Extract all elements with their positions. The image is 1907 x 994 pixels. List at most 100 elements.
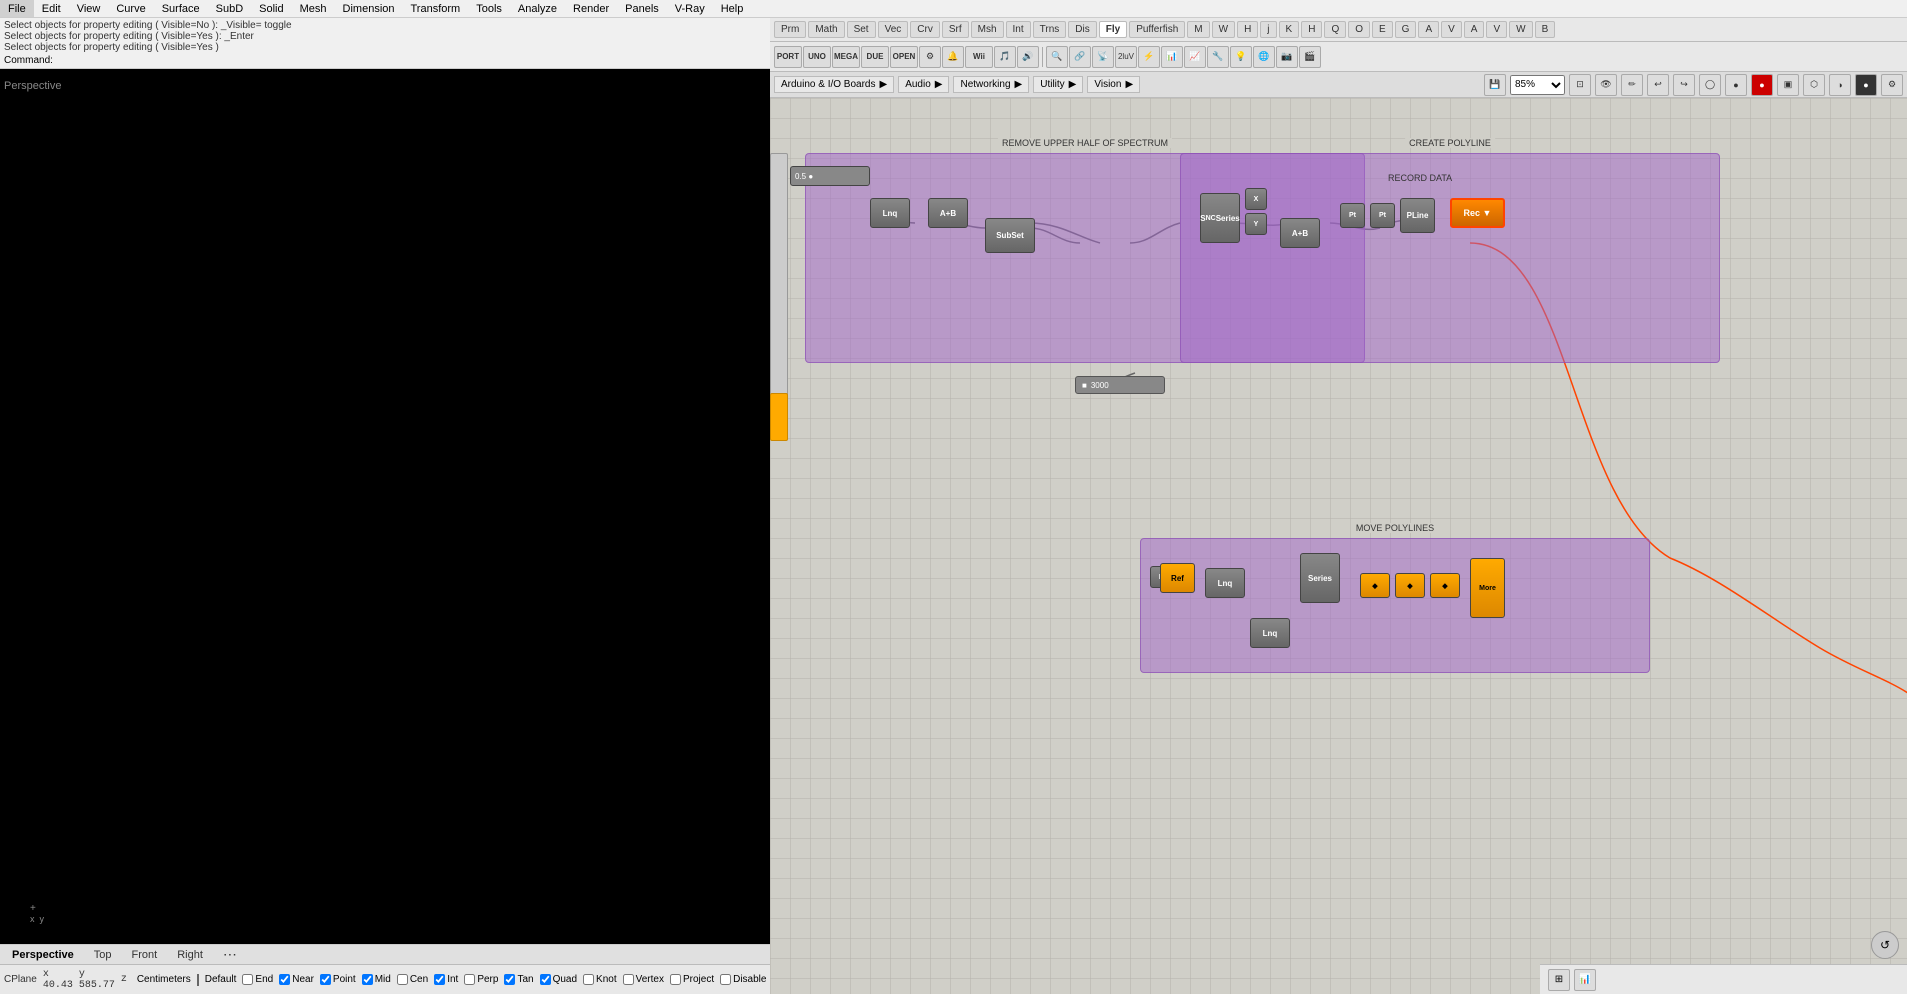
- tb-utility7[interactable]: 📷: [1276, 46, 1298, 68]
- tb-mega-btn[interactable]: MEGA: [832, 46, 860, 68]
- snap-point[interactable]: Point: [320, 974, 356, 985]
- tb-utility8[interactable]: 🎬: [1299, 46, 1321, 68]
- expand-utility[interactable]: ▶: [1069, 79, 1077, 90]
- tb-wii-btn[interactable]: Wii: [965, 46, 993, 68]
- menu-panels[interactable]: Panels: [617, 0, 667, 17]
- tab-top[interactable]: Top: [86, 947, 120, 963]
- cmd-prompt[interactable]: Command:: [4, 55, 766, 66]
- tab-a[interactable]: A: [1418, 21, 1439, 38]
- left-panel-node[interactable]: [770, 153, 788, 433]
- tab-a2[interactable]: A: [1464, 21, 1485, 38]
- node-orange-1[interactable]: ◆: [1360, 573, 1390, 598]
- chart-view-btn[interactable]: 📊: [1574, 969, 1596, 991]
- snap-int[interactable]: Int: [434, 974, 458, 985]
- tab-fly[interactable]: Fly: [1099, 21, 1127, 38]
- mesh-icon[interactable]: ⬡: [1803, 74, 1825, 96]
- node-series-1[interactable]: SNC Series: [1200, 193, 1240, 243]
- node-lng[interactable]: Lnq: [870, 198, 910, 228]
- node-pline[interactable]: PLine: [1400, 198, 1435, 233]
- menu-tools[interactable]: Tools: [468, 0, 510, 17]
- grid-view-btn[interactable]: ⊞: [1548, 969, 1570, 991]
- panel-arduino[interactable]: Arduino & I/O Boards ▶: [774, 76, 894, 93]
- tb-icon2[interactable]: 🔔: [942, 46, 964, 68]
- tab-vec[interactable]: Vec: [878, 21, 909, 38]
- tab-pufferfish[interactable]: Pufferfish: [1129, 21, 1185, 38]
- eye-icon[interactable]: 👁: [1595, 74, 1617, 96]
- tab-int[interactable]: Int: [1006, 21, 1031, 38]
- node-ref[interactable]: Ref: [1160, 563, 1195, 593]
- tb-utility6[interactable]: 🌐: [1253, 46, 1275, 68]
- value-3000[interactable]: ■ 3000: [1075, 376, 1165, 394]
- snap-quad[interactable]: Quad: [540, 974, 577, 985]
- node-orange-2[interactable]: ◆: [1395, 573, 1425, 598]
- tb-link-icon[interactable]: 🔗: [1069, 46, 1091, 68]
- snap-vertex[interactable]: Vertex: [623, 974, 664, 985]
- snap-mid[interactable]: Mid: [362, 974, 391, 985]
- panel-audio[interactable]: Audio ▶: [898, 76, 949, 93]
- undo-icon[interactable]: ↩: [1647, 74, 1669, 96]
- node-series-lower[interactable]: Series: [1300, 553, 1340, 603]
- menu-render[interactable]: Render: [565, 0, 617, 17]
- cube-icon[interactable]: ▣: [1777, 74, 1799, 96]
- tab-right[interactable]: Right: [169, 947, 211, 963]
- tab-e[interactable]: E: [1372, 21, 1393, 38]
- 3d-viewport[interactable]: + x y: [0, 80, 770, 944]
- tb-net-icon[interactable]: 📡: [1092, 46, 1114, 68]
- tab-k[interactable]: K: [1279, 21, 1300, 38]
- save-icon[interactable]: 💾: [1484, 74, 1506, 96]
- fit-icon[interactable]: ⊡: [1569, 74, 1591, 96]
- sphere-icon[interactable]: ●: [1725, 74, 1747, 96]
- tb-uno-btn[interactable]: UNO: [803, 46, 831, 68]
- tab-w2[interactable]: W: [1509, 21, 1532, 38]
- tb-open-btn[interactable]: OPEN: [890, 46, 918, 68]
- menu-subd[interactable]: SubD: [208, 0, 252, 17]
- tb-icon1[interactable]: ⚙: [919, 46, 941, 68]
- tab-o[interactable]: O: [1348, 21, 1370, 38]
- tb-due-btn[interactable]: DUE: [861, 46, 889, 68]
- tab-m[interactable]: M: [1187, 21, 1209, 38]
- tab-v2[interactable]: V: [1486, 21, 1507, 38]
- tb-search-icon[interactable]: 🔍: [1046, 46, 1068, 68]
- panel-vision[interactable]: Vision ▶: [1087, 76, 1140, 93]
- menu-mesh[interactable]: Mesh: [292, 0, 335, 17]
- menu-surface[interactable]: Surface: [154, 0, 208, 17]
- expand-networking[interactable]: ▶: [1015, 79, 1023, 90]
- tab-h2[interactable]: H: [1301, 21, 1322, 38]
- node-pt[interactable]: Pt: [1340, 203, 1365, 228]
- tb-icon4[interactable]: 🔊: [1017, 46, 1039, 68]
- menu-edit[interactable]: Edit: [34, 0, 69, 17]
- menu-file[interactable]: File: [0, 0, 34, 17]
- tb-icon3[interactable]: 🎵: [994, 46, 1016, 68]
- node-ab-2[interactable]: A+B: [1280, 218, 1320, 248]
- tb-2luv-icon[interactable]: 2luV: [1115, 46, 1137, 68]
- node-ab-1[interactable]: A+B: [928, 198, 968, 228]
- tab-msh[interactable]: Msh: [971, 21, 1004, 38]
- tb-utility5[interactable]: 💡: [1230, 46, 1252, 68]
- gh-canvas[interactable]: REMOVE UPPER HALF OF SPECTRUM CREATE POL…: [770, 98, 1907, 994]
- red-dot[interactable]: ●: [1751, 74, 1773, 96]
- tab-w[interactable]: W: [1212, 21, 1235, 38]
- tab-set[interactable]: Set: [847, 21, 876, 38]
- tab-prm[interactable]: Prm: [774, 21, 806, 38]
- tab-front[interactable]: Front: [124, 947, 166, 963]
- node-far-right-1[interactable]: More: [1470, 558, 1505, 618]
- menu-view[interactable]: View: [69, 0, 109, 17]
- node-lnq-lower[interactable]: Lnq: [1205, 568, 1245, 598]
- dark-sphere[interactable]: ●: [1855, 74, 1877, 96]
- node-rec[interactable]: Rec ▼: [1450, 198, 1505, 228]
- circle-icon[interactable]: ◯: [1699, 74, 1721, 96]
- tb-utility2[interactable]: 📊: [1161, 46, 1183, 68]
- menu-help[interactable]: Help: [713, 0, 752, 17]
- tab-more[interactable]: ⋯: [215, 944, 245, 965]
- half-icon[interactable]: ◑: [1829, 74, 1851, 96]
- tab-g[interactable]: G: [1395, 21, 1417, 38]
- gear-icon[interactable]: ⚙: [1881, 74, 1903, 96]
- tab-h[interactable]: H: [1237, 21, 1258, 38]
- snap-perp[interactable]: Perp: [464, 974, 498, 985]
- menu-solid[interactable]: Solid: [251, 0, 291, 17]
- expand-arduino[interactable]: ▶: [880, 79, 888, 90]
- menu-transform[interactable]: Transform: [403, 0, 469, 17]
- tab-b[interactable]: B: [1535, 21, 1556, 38]
- tab-srf[interactable]: Srf: [942, 21, 969, 38]
- tab-perspective[interactable]: Perspective: [4, 947, 82, 963]
